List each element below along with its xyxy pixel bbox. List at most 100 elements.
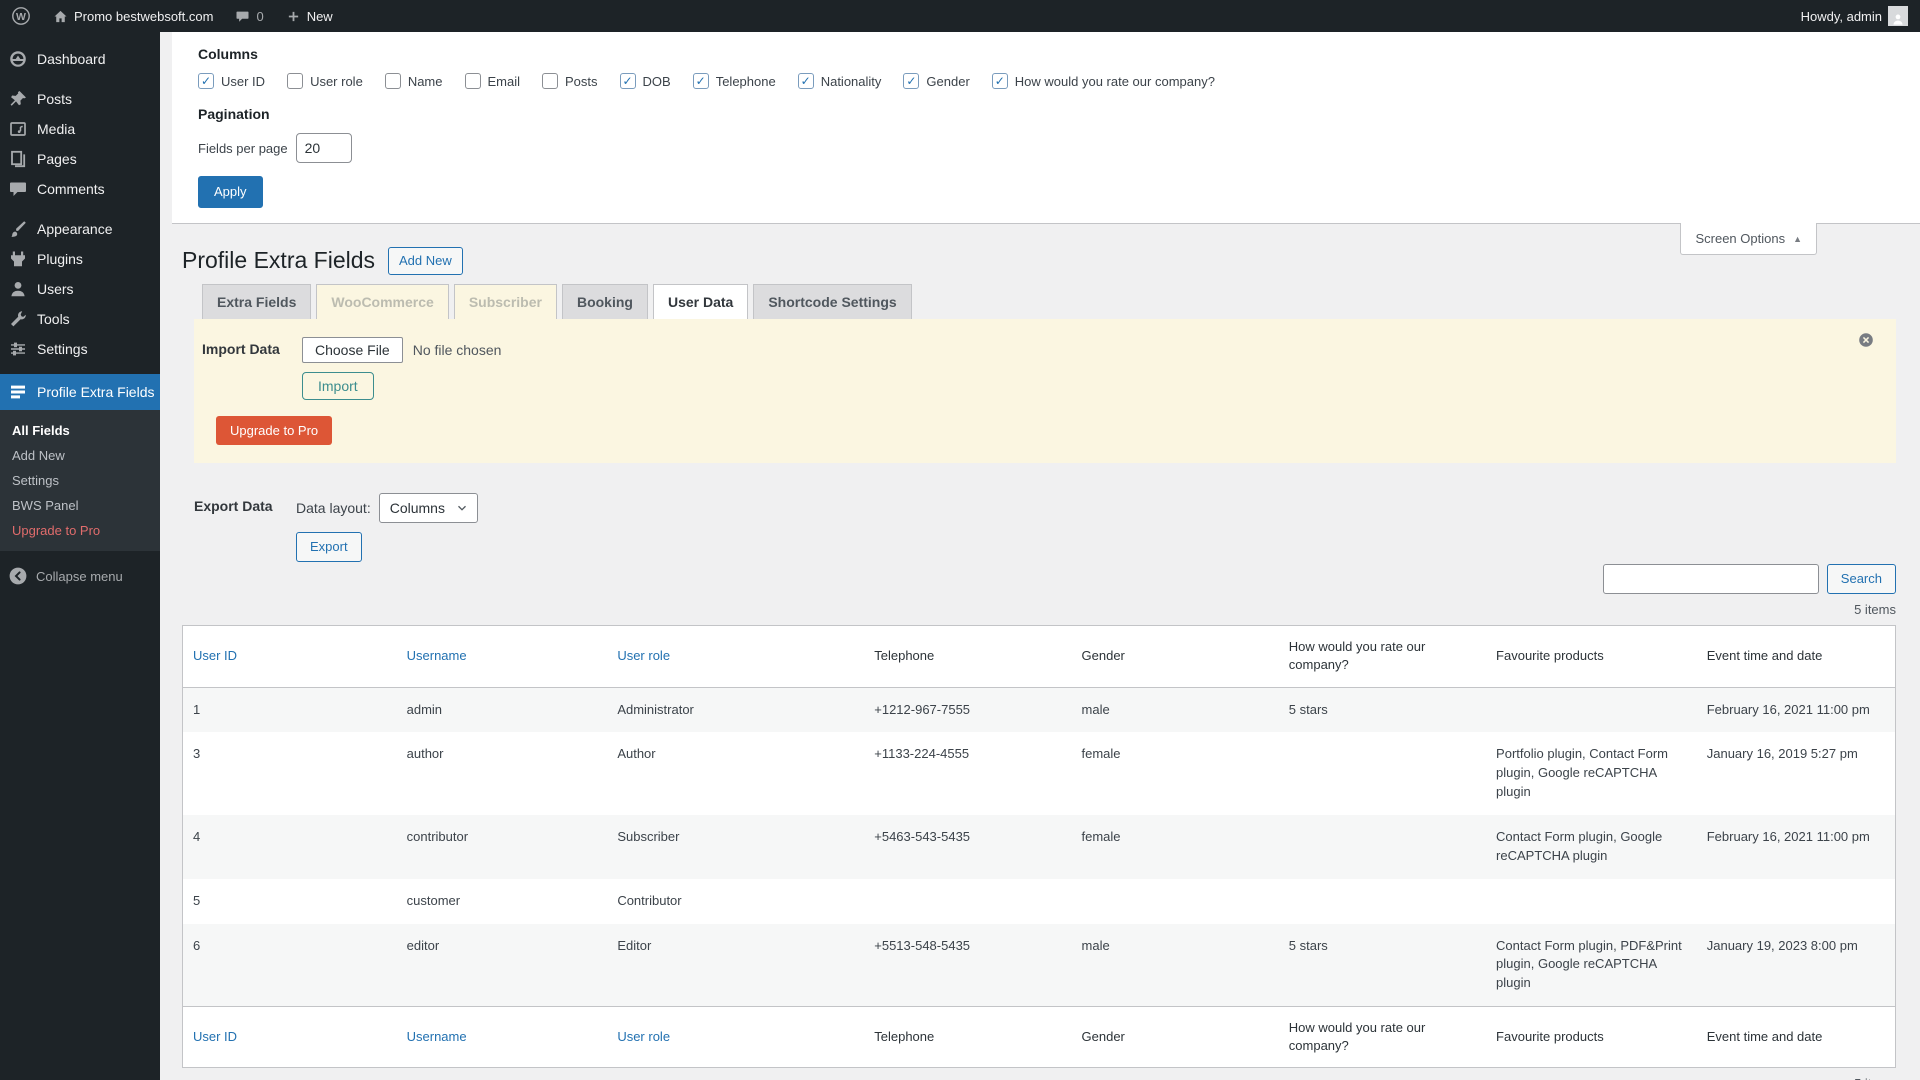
admin-bar: W Promo bestwebsoft.com 0 New Howdy, adm… — [0, 0, 1920, 32]
sidebar-item-media[interactable]: Media — [0, 114, 160, 144]
sort-link-user-id[interactable]: User ID — [193, 648, 237, 663]
column-checkbox-nationality[interactable]: ✓Nationality — [798, 73, 882, 89]
tab-subscriber[interactable]: Subscriber — [454, 284, 557, 319]
cell-how-would-you-rate-our-company: 5 stars — [1279, 924, 1486, 1007]
sidebar-item-comments[interactable]: Comments — [0, 174, 160, 204]
table-row: 1adminAdministrator+1212-967-7555male5 s… — [183, 687, 1896, 732]
user-data-table: User IDUsernameUser roleTelephoneGenderH… — [182, 625, 1896, 1068]
column-header-username[interactable]: Username — [397, 1007, 608, 1068]
cell-user-id: 3 — [183, 732, 397, 815]
column-checkbox-dob[interactable]: ✓DOB — [620, 73, 671, 89]
dismiss-icon[interactable] — [1858, 332, 1874, 348]
sort-link-user-role[interactable]: User role — [617, 648, 670, 663]
media-icon — [8, 119, 28, 139]
column-checkbox-user-role[interactable]: User role — [287, 73, 363, 89]
apply-button[interactable]: Apply — [198, 176, 263, 208]
column-header-gender: Gender — [1072, 626, 1279, 687]
sidebar-item-dashboard[interactable]: Dashboard — [0, 44, 160, 74]
cell-favourite-products — [1486, 687, 1697, 732]
column-checkbox-posts[interactable]: Posts — [542, 73, 598, 89]
cell-telephone: +5463-543-5435 — [864, 815, 1071, 879]
sidebar-item-posts[interactable]: Posts — [0, 84, 160, 114]
submenu-item-upgrade-to-pro[interactable]: Upgrade to Pro — [0, 518, 160, 543]
sidebar-item-profile-extra-fields[interactable]: Profile Extra Fields — [0, 374, 160, 410]
sidebar-item-plugins[interactable]: Plugins — [0, 244, 160, 274]
cell-event-time-and-date — [1697, 879, 1896, 924]
collapse-menu-label: Collapse menu — [36, 569, 123, 584]
cell-user-id: 4 — [183, 815, 397, 879]
tab-booking[interactable]: Booking — [562, 284, 648, 319]
comments-shortcut[interactable]: 0 — [224, 0, 274, 32]
new-label: New — [307, 9, 333, 24]
no-file-chosen-text: No file chosen — [413, 342, 502, 358]
sort-link-username[interactable]: Username — [407, 648, 467, 663]
submenu-item-settings[interactable]: Settings — [0, 468, 160, 493]
dashboard-icon — [8, 49, 28, 69]
page-title: Profile Extra Fields — [182, 246, 375, 276]
checkbox-icon: ✓ — [198, 73, 214, 89]
new-content-menu[interactable]: New — [275, 0, 344, 32]
fields-per-page-input[interactable] — [296, 133, 352, 163]
column-header-user-role[interactable]: User role — [607, 626, 864, 687]
column-header-user-id[interactable]: User ID — [183, 626, 397, 687]
cell-gender: female — [1072, 815, 1279, 879]
sidebar-item-label: Dashboard — [37, 51, 106, 67]
items-count-top: 5 items — [182, 602, 1896, 617]
export-button[interactable]: Export — [296, 532, 362, 562]
sort-link-user-role[interactable]: User role — [617, 1029, 670, 1044]
cell-user-role: Administrator — [607, 687, 864, 732]
screen-options-toggle[interactable]: Screen Options ▲ — [1680, 223, 1817, 255]
sort-link-username[interactable]: Username — [407, 1029, 467, 1044]
cell-gender: male — [1072, 924, 1279, 1007]
sidebar-item-label: Tools — [37, 311, 70, 327]
column-checkbox-email[interactable]: Email — [465, 73, 521, 89]
sidebar-item-label: Settings — [37, 341, 88, 357]
tools-icon — [8, 309, 28, 329]
column-header-user-id[interactable]: User ID — [183, 1007, 397, 1068]
tab-extra-fields[interactable]: Extra Fields — [202, 284, 311, 319]
page-title-row: Profile Extra Fields Add New — [182, 246, 1896, 276]
users-icon — [8, 279, 28, 299]
column-checkbox-how-would-you-rate-our-company[interactable]: ✓How would you rate our company? — [992, 73, 1215, 89]
submenu-item-add-new[interactable]: Add New — [0, 443, 160, 468]
sidebar-item-pages[interactable]: Pages — [0, 144, 160, 174]
sidebar-item-label: Pages — [37, 151, 77, 167]
data-layout-select[interactable]: Columns — [379, 493, 478, 523]
checkbox-label: How would you rate our company? — [1015, 74, 1215, 89]
upgrade-to-pro-button[interactable]: Upgrade to Pro — [216, 416, 332, 445]
choose-file-button[interactable]: Choose File — [302, 337, 403, 363]
column-checkbox-gender[interactable]: ✓Gender — [903, 73, 969, 89]
user-table-foot: User IDUsernameUser roleTelephoneGenderH… — [183, 1007, 1896, 1068]
column-header-user-role[interactable]: User role — [607, 1007, 864, 1068]
site-name-link[interactable]: Promo bestwebsoft.com — [42, 0, 224, 32]
export-data-block: Export Data Data layout: Columns Export — [194, 493, 1896, 562]
checkbox-icon: ✓ — [620, 73, 636, 89]
tab-woocommerce[interactable]: WooCommerce — [316, 284, 448, 319]
page-wrap: Profile Extra Fields Add New Extra Field… — [160, 246, 1920, 1080]
sidebar-item-tools[interactable]: Tools — [0, 304, 160, 334]
search-button[interactable]: Search — [1827, 564, 1896, 594]
column-header-username[interactable]: Username — [397, 626, 608, 687]
column-checkbox-name[interactable]: Name — [385, 73, 443, 89]
sidebar-item-settings[interactable]: Settings — [0, 334, 160, 364]
column-checkbox-user-id[interactable]: ✓User ID — [198, 73, 265, 89]
wordpress-logo-menu[interactable]: W — [0, 0, 42, 32]
checkbox-label: User role — [310, 74, 363, 89]
tab-user-data[interactable]: User Data — [653, 284, 748, 319]
sidebar-item-users[interactable]: Users — [0, 274, 160, 304]
howdy-text: Howdy, admin — [1801, 9, 1882, 24]
search-input[interactable] — [1603, 564, 1819, 594]
cell-event-time-and-date: January 16, 2019 5:27 pm — [1697, 732, 1896, 815]
checkbox-label: Telephone — [716, 74, 776, 89]
submenu-item-all-fields[interactable]: All Fields — [0, 418, 160, 443]
add-new-button[interactable]: Add New — [388, 247, 463, 275]
tab-shortcode-settings[interactable]: Shortcode Settings — [753, 284, 911, 319]
sidebar-item-appearance[interactable]: Appearance — [0, 214, 160, 244]
my-account-menu[interactable]: Howdy, admin — [1801, 6, 1908, 26]
import-button[interactable]: Import — [302, 372, 374, 400]
submenu-item-bws-panel[interactable]: BWS Panel — [0, 493, 160, 518]
collapse-menu-button[interactable]: Collapse menu — [0, 557, 160, 595]
sort-link-user-id[interactable]: User ID — [193, 1029, 237, 1044]
column-checkbox-telephone[interactable]: ✓Telephone — [693, 73, 776, 89]
sidebar-item-label: Plugins — [37, 251, 83, 267]
